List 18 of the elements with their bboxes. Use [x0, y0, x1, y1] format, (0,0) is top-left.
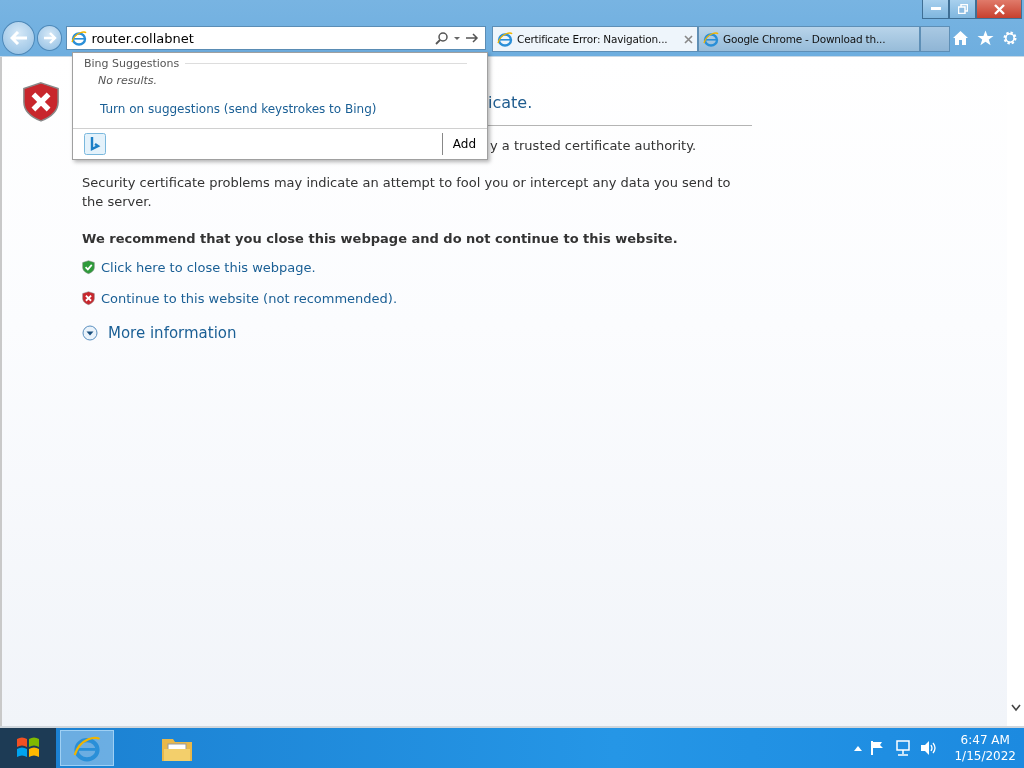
clock-date: 1/15/2022	[954, 748, 1016, 764]
clock-time: 6:47 AM	[960, 732, 1010, 748]
continue-link[interactable]: Continue to this website (not recommended).	[101, 291, 398, 306]
browser-tab[interactable]: Certificate Error: Navigation...	[492, 26, 698, 52]
recommendation-text: We recommend that you close this webpage and do not continue to this website.	[82, 231, 679, 246]
browser-tab[interactable]: Google Chrome - Download th...	[698, 26, 920, 52]
close-page-link[interactable]: Click here to close this webpage.	[101, 260, 316, 275]
add-button[interactable]: Add	[441, 133, 487, 155]
intro-text: y a trusted certificate authority.	[490, 137, 698, 155]
warning-text: Security certificate problems may indicate an attempt to fool you or intercept any data you send to the server.	[82, 174, 732, 211]
address-bar[interactable]: router.collabnet	[66, 26, 486, 50]
page-heading: icate.	[488, 93, 534, 114]
turn-on-suggestions-link[interactable]: Turn on suggestions (send keystrokes to Bing)	[73, 87, 487, 116]
tab-title: Google Chrome - Download th...	[723, 33, 886, 45]
tab-title: Certificate Error: Navigation...	[517, 33, 668, 45]
suggestions-heading: Bing Suggestions	[84, 57, 180, 70]
more-information-link[interactable]: More information	[108, 324, 237, 342]
no-results-text: No results.	[97, 73, 159, 87]
